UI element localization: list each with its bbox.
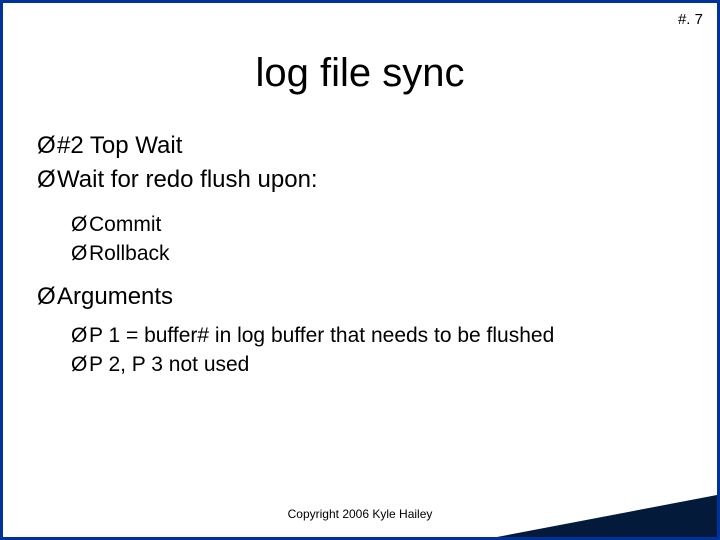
bullet-text: P 1 = buffer# in log buffer that needs t… [89,324,554,347]
bullet-icon: Ø [37,130,57,162]
slide-body: Ø#2 Top Wait ØWait for redo flush upon: … [3,130,717,380]
bullet-text: P 2, P 3 not used [89,353,249,376]
bullet-icon: Ø [71,322,89,350]
bullet-level1: Ø#2 Top Wait [37,130,689,162]
corner-decoration [497,495,717,537]
bullet-icon: Ø [71,240,89,268]
bullet-level2: ØCommit [37,211,689,239]
bullet-level2: ØP 2, P 3 not used [37,351,689,379]
bullet-icon: Ø [71,351,89,379]
bullet-icon: Ø [37,164,57,196]
bullet-text: Rollback [89,242,170,265]
bullet-level2: ØP 1 = buffer# in log buffer that needs … [37,322,689,350]
bullet-level1: ØArguments [37,281,689,313]
bullet-text: Arguments [57,283,173,310]
page-number: #. 7 [678,11,703,28]
slide-title: log file sync [3,51,717,96]
bullet-text: Wait for redo flush upon: [57,166,318,193]
slide: #. 7 log file sync Ø#2 Top Wait ØWait fo… [0,0,720,540]
bullet-icon: Ø [37,281,57,313]
bullet-level1: ØWait for redo flush upon: [37,164,689,196]
bullet-text: #2 Top Wait [57,132,182,159]
bullet-level2: ØRollback [37,240,689,268]
bullet-text: Commit [89,213,161,236]
bullet-icon: Ø [71,211,89,239]
